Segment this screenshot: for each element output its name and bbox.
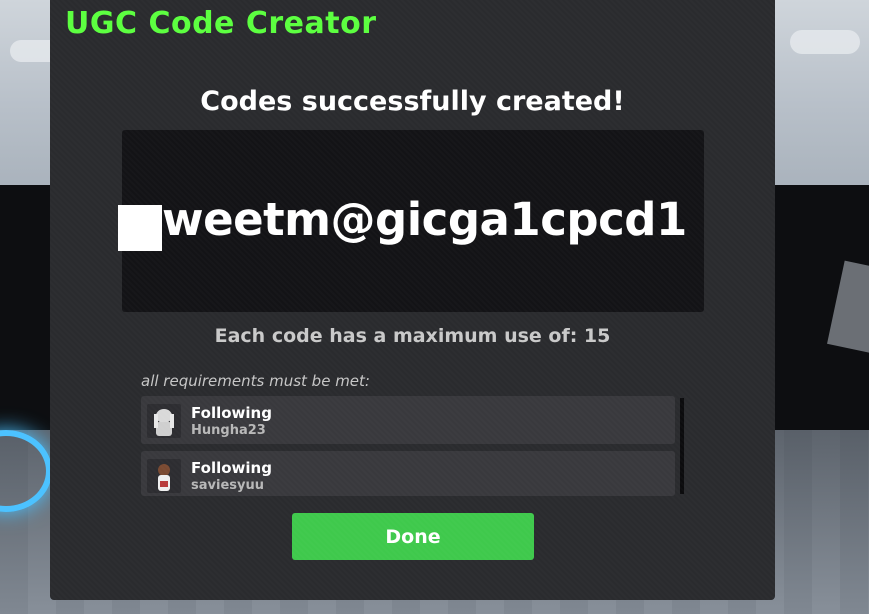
generated-code[interactable]: weetm@gicga1cpcd1 bbox=[162, 193, 687, 246]
redaction-block bbox=[118, 205, 162, 251]
ugc-code-dialog: UGC Code Creator Codes successfully crea… bbox=[50, 0, 775, 600]
requirement-user: saviesyuu bbox=[191, 478, 264, 493]
cloud bbox=[790, 30, 860, 54]
success-headline: Codes successfully created! bbox=[200, 86, 625, 117]
requirement-item: Following saviesyuu bbox=[141, 451, 675, 496]
requirement-item: Following Hungha23 bbox=[141, 396, 675, 444]
avatar-thumbnail-icon bbox=[147, 459, 181, 493]
done-button[interactable]: Done bbox=[292, 513, 534, 560]
max-use-text: Each code has a maximum use of: 15 bbox=[214, 325, 611, 347]
requirement-type: Following bbox=[191, 459, 272, 477]
requirement-type: Following bbox=[191, 404, 272, 422]
requirements-list[interactable]: Following Hungha23 Following saviesyuu bbox=[141, 396, 687, 496]
scrollbar[interactable] bbox=[680, 398, 684, 494]
dialog-title: UGC Code Creator bbox=[65, 6, 377, 41]
avatar-thumbnail-icon bbox=[147, 404, 181, 438]
requirements-label: all requirements must be met: bbox=[141, 372, 370, 390]
requirement-user: Hungha23 bbox=[191, 423, 266, 438]
